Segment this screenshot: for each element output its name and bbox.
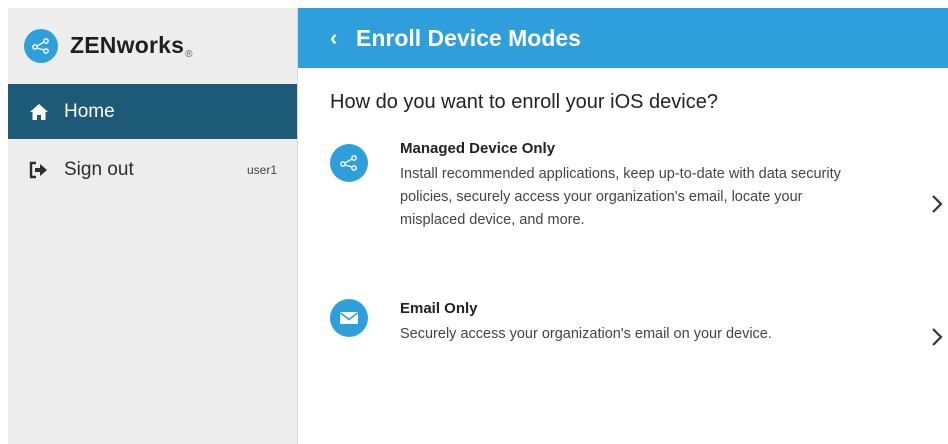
option-email-only[interactable]: Email Only Securely access your organiza… (298, 299, 948, 379)
chevron-right-icon (928, 192, 946, 216)
option-managed-device-only[interactable]: Managed Device Only Install recommended … (298, 139, 948, 269)
option-text: Managed Device Only Install recommended … (400, 139, 860, 232)
option-text: Email Only Securely access your organiza… (400, 299, 860, 346)
header-bar: ‹ Enroll Device Modes (298, 8, 948, 68)
brand-name: ZENworks® (70, 32, 193, 60)
username-label: user1 (246, 163, 277, 177)
enroll-question: How do you want to enroll your iOS devic… (330, 91, 718, 113)
envelope-icon (330, 299, 368, 337)
brand: ZENworks® (8, 8, 297, 84)
back-chevron-icon[interactable]: ‹ (330, 25, 350, 51)
zenworks-logo-icon (24, 29, 58, 63)
option-description: Install recommended applications, keep u… (400, 166, 841, 228)
sidebar-item-sign-out[interactable]: Sign out user1 (8, 143, 297, 203)
main-panel: ‹ Enroll Device Modes How do you want to… (298, 8, 948, 444)
page-title: Enroll Device Modes (356, 24, 581, 51)
sidebar-item-label: Home (64, 100, 115, 122)
app-window: ZENworks® Home Sign out user1 ‹ Enroll D… (8, 8, 948, 444)
option-title: Email Only (400, 300, 478, 317)
sign-out-icon (28, 159, 50, 181)
brand-name-text: ZENworks (70, 32, 185, 58)
registered-mark: ® (185, 49, 193, 60)
share-icon (330, 144, 368, 182)
option-title: Managed Device Only (400, 140, 556, 157)
home-icon (28, 101, 50, 123)
sidebar: ZENworks® Home Sign out user1 (8, 8, 298, 444)
option-description: Securely access your organization's emai… (400, 326, 772, 342)
sidebar-item-label: Sign out (64, 159, 134, 180)
sidebar-item-home[interactable]: Home (8, 84, 297, 139)
chevron-right-icon (928, 325, 946, 349)
